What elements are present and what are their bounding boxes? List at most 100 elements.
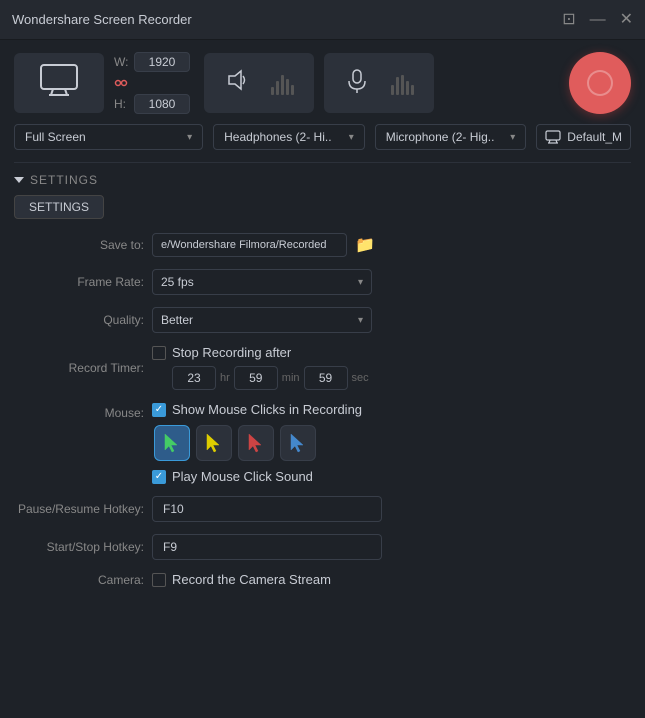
close-button[interactable]: ✕ [620,12,633,28]
width-row: W: 1920 [114,52,190,72]
mic-bar-2 [396,77,399,95]
mic-bar-3 [401,75,404,95]
mouse-label: Mouse: [14,406,144,420]
cursor-style-green[interactable] [154,425,190,461]
frame-rate-dropdown[interactable]: 25 fps ▾ [152,269,372,295]
timer-seconds-input[interactable]: 59 [304,366,348,390]
pause-hotkey-input[interactable]: F10 [152,496,382,522]
mic-bars [391,71,414,95]
camera-stream-row: Record the Camera Stream [152,572,331,587]
height-input[interactable]: 1080 [134,94,190,114]
minimize-button[interactable]: — [590,12,606,28]
frame-rate-value: 25 fps [161,275,194,289]
play-sound-label: Play Mouse Click Sound [172,469,313,484]
cursor-style-yellow[interactable] [196,425,232,461]
cursor-style-blue[interactable] [280,425,316,461]
start-hotkey-row: Start/Stop Hotkey: F9 [14,534,631,560]
camera-stream-checkbox[interactable] [152,573,166,587]
stop-recording-checkbox[interactable] [152,346,166,360]
camera-label: Camera: [14,573,144,587]
record-button[interactable] [569,52,631,114]
save-to-label: Save to: [14,238,144,252]
main-area: W: 1920 H: 1080 [0,40,645,607]
maximize-button[interactable]: ⊡ [562,12,575,28]
camera-stream-label: Record the Camera Stream [172,572,331,587]
camera-row: Camera: Record the Camera Stream [14,572,631,587]
screen-preview-box [14,53,104,113]
bar-3 [281,75,284,95]
camera-content: Record the Camera Stream [152,572,631,587]
start-hotkey-content: F9 [152,534,631,560]
cursor-style-red[interactable] [238,425,274,461]
bar-1 [271,87,274,95]
sec-label: sec [352,372,369,384]
mic-block [324,53,434,113]
quality-label: Quality: [14,313,144,327]
audio-bars [271,71,294,95]
mic-icon [344,67,370,99]
mic-dropdown[interactable]: Microphone (2- Hig.. ▾ [375,124,527,150]
bar-5 [291,85,294,95]
stop-recording-label: Stop Recording after [172,345,291,360]
show-mouse-clicks-checkbox[interactable] [152,403,166,417]
frame-rate-row: Frame Rate: 25 fps ▾ [14,269,631,295]
record-inner [587,70,613,96]
show-mouse-clicks-label: Show Mouse Clicks in Recording [172,402,362,417]
audio-block [204,53,314,113]
settings-header: SETTINGS [14,173,631,187]
titlebar: Wondershare Screen Recorder ⊡ — ✕ [0,0,645,40]
settings-tab[interactable]: SETTINGS [14,195,104,219]
height-row: H: 1080 [114,94,190,114]
width-input[interactable]: 1920 [134,52,190,72]
record-timer-label: Record Timer: [14,361,144,375]
quality-dropdown[interactable]: Better ▾ [152,307,372,333]
chevron-down-icon: ▾ [187,132,192,143]
save-path-input[interactable]: e/Wondershare Filmora/Recorded [152,233,347,257]
play-sound-row: Play Mouse Click Sound [152,469,362,484]
chevron-down-icon-5: ▾ [358,315,363,326]
height-label: H: [114,97,128,111]
play-sound-checkbox[interactable] [152,470,166,484]
record-timer-content: Stop Recording after 23 hr 59 min 59 sec [152,345,631,390]
speaker-icon [224,67,250,99]
stop-recording-row: Stop Recording after [152,345,369,360]
mic-bar-4 [406,81,409,95]
monitor-small-icon [545,130,561,144]
hr-label: hr [220,372,230,384]
pause-hotkey-label: Pause/Resume Hotkey: [14,502,144,516]
folder-icon[interactable]: 📁 [355,235,375,255]
min-label: min [282,372,300,384]
screen-mode-dropdown[interactable]: Full Screen ▾ [14,124,203,150]
window-controls: ⊡ — ✕ [562,12,633,28]
save-to-row: Save to: e/Wondershare Filmora/Recorded … [14,233,631,257]
monitor-dropdown[interactable]: Default_M [536,124,631,150]
mic-bar-1 [391,85,394,95]
timer-inputs: 23 hr 59 min 59 sec [172,366,369,390]
frame-rate-label: Frame Rate: [14,275,144,289]
monitor-value: Default_M [567,130,622,144]
width-label: W: [114,55,128,69]
divider-1 [14,162,631,163]
settings-title: SETTINGS [30,173,98,187]
timer-minutes-input[interactable]: 59 [234,366,278,390]
chevron-down-icon-4: ▾ [358,277,363,288]
collapse-triangle-icon[interactable] [14,177,24,183]
save-to-content: e/Wondershare Filmora/Recorded 📁 [152,233,631,257]
pause-hotkey-content: F10 [152,496,631,522]
quality-value: Better [161,313,193,327]
cursor-style-row [154,425,362,461]
chevron-down-icon-2: ▾ [349,132,354,143]
dropdown-row: Full Screen ▾ Headphones (2- Hi.. ▾ Micr… [14,124,631,150]
pause-hotkey-row: Pause/Resume Hotkey: F10 [14,496,631,522]
bar-2 [276,81,279,95]
quality-content: Better ▾ [152,307,631,333]
timer-hours-input[interactable]: 23 [172,366,216,390]
quality-row: Quality: Better ▾ [14,307,631,333]
monitor-icon [39,63,79,104]
audio-dropdown[interactable]: Headphones (2- Hi.. ▾ [213,124,365,150]
frame-rate-content: 25 fps ▾ [152,269,631,295]
link-icon [114,76,128,90]
show-mouse-clicks-row: Show Mouse Clicks in Recording [152,402,362,417]
bar-4 [286,79,289,95]
start-hotkey-input[interactable]: F9 [152,534,382,560]
